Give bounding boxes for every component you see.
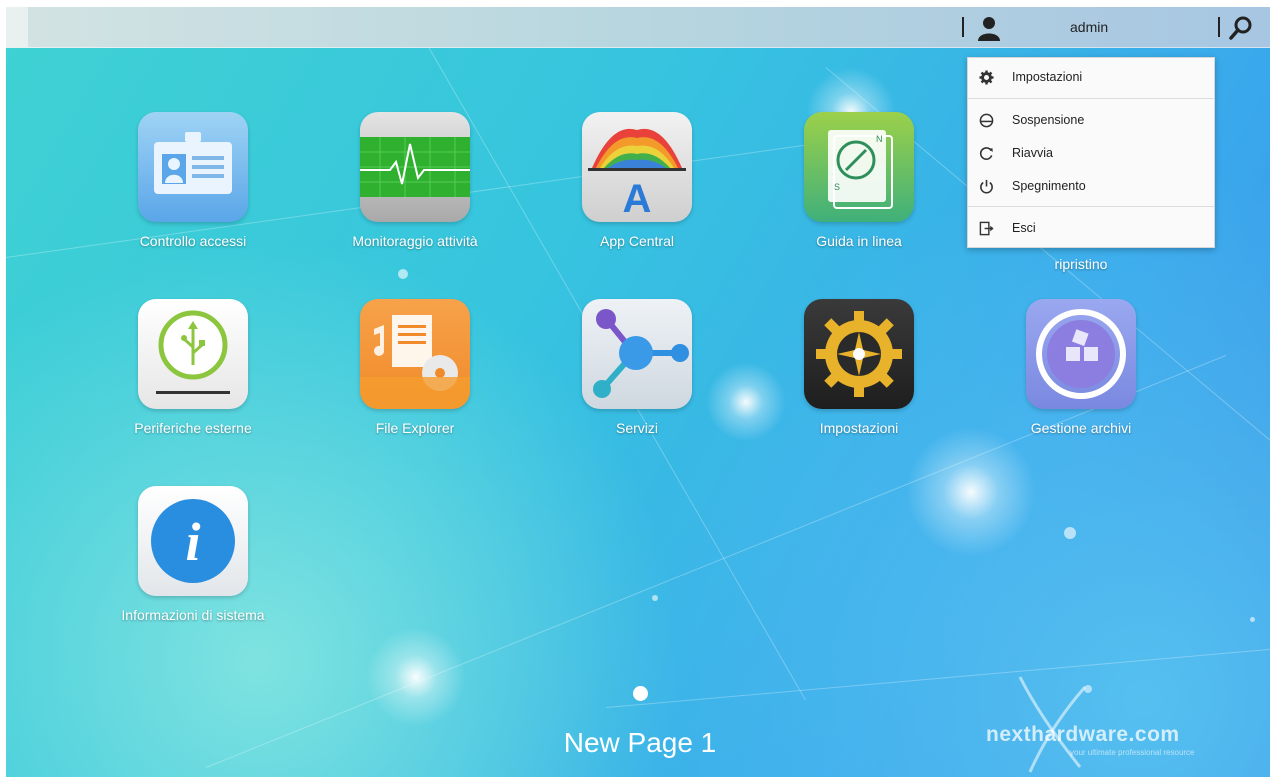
id-card-icon bbox=[138, 112, 248, 222]
svg-text:A: A bbox=[623, 177, 652, 221]
top-bar: admin bbox=[6, 7, 1270, 48]
app-label: Gestione archivi bbox=[1030, 420, 1132, 436]
file-explorer-icon bbox=[360, 299, 470, 409]
top-bar-edge bbox=[6, 7, 28, 47]
menu-item-impostazioni[interactable]: Impostazioni bbox=[968, 62, 1214, 92]
app-central-icon: A bbox=[582, 112, 692, 222]
storage-manager-icon bbox=[1026, 299, 1136, 409]
gear-icon bbox=[978, 69, 994, 85]
logout-icon bbox=[978, 220, 994, 236]
app-label: App Central bbox=[600, 233, 674, 249]
sleep-icon bbox=[978, 112, 994, 128]
watermark: nexthardware.com your ultimate professio… bbox=[970, 667, 1270, 777]
light-dot bbox=[398, 269, 408, 279]
menu-item-label: Esci bbox=[1012, 221, 1036, 235]
app-label: Guida in linea bbox=[816, 233, 902, 249]
menu-item-label: Impostazioni bbox=[1012, 70, 1083, 84]
desktop: admin Impostazioni Sospensione Riavvia S… bbox=[6, 7, 1270, 777]
menu-item-label: Sospensione bbox=[1012, 113, 1085, 127]
svg-text:i: i bbox=[185, 512, 200, 572]
compass-book-icon: N S bbox=[804, 112, 914, 222]
separator bbox=[1218, 17, 1220, 37]
page-indicator-dot[interactable] bbox=[633, 686, 648, 701]
settings-gear-icon bbox=[804, 299, 914, 409]
watermark-tagline: your ultimate professional resource bbox=[1070, 748, 1195, 757]
services-icon bbox=[582, 299, 692, 409]
restart-icon bbox=[978, 145, 994, 161]
app-label: Impostazioni bbox=[819, 420, 899, 436]
info-icon: i bbox=[138, 486, 248, 596]
svg-text:N: N bbox=[876, 134, 883, 144]
watermark-x-logo bbox=[1018, 676, 1092, 773]
light-glow bbox=[366, 627, 466, 727]
svg-text:S: S bbox=[834, 182, 840, 192]
separator bbox=[962, 17, 964, 37]
page-label: New Page 1 bbox=[563, 727, 717, 758]
light-dot bbox=[652, 595, 658, 601]
menu-item-label: Spegnimento bbox=[1012, 179, 1086, 193]
menu-divider bbox=[968, 98, 1214, 99]
username-label[interactable]: admin bbox=[1070, 19, 1108, 35]
activity-monitor-icon bbox=[360, 112, 470, 222]
user-menu: Impostazioni Sospensione Riavvia Spegnim… bbox=[967, 57, 1215, 248]
light-dot bbox=[1064, 527, 1076, 539]
search-icon[interactable] bbox=[1228, 15, 1254, 41]
menu-item-sospensione[interactable]: Sospensione bbox=[968, 105, 1214, 135]
menu-item-riavvia[interactable]: Riavvia bbox=[968, 138, 1214, 168]
app-label: Informazioni di sistema bbox=[121, 607, 265, 623]
light-dot bbox=[1250, 617, 1255, 622]
user-icon[interactable] bbox=[976, 15, 1002, 41]
light-glow bbox=[906, 427, 1036, 557]
app-label: Periferiche esterne bbox=[134, 420, 252, 436]
watermark-text: nexthardware.com bbox=[986, 723, 1180, 746]
menu-divider bbox=[968, 206, 1214, 207]
app-label: File Explorer bbox=[375, 420, 455, 436]
app-label: Monitoraggio attività bbox=[352, 233, 478, 249]
app-label: ripristino bbox=[1054, 256, 1108, 272]
menu-item-esci[interactable]: Esci bbox=[968, 213, 1214, 243]
app-label: Controllo accessi bbox=[139, 233, 247, 249]
app-label: Servizi bbox=[615, 420, 658, 436]
power-icon bbox=[978, 178, 994, 194]
usb-drive-icon bbox=[138, 299, 248, 409]
menu-item-label: Riavvia bbox=[1012, 146, 1053, 160]
menu-item-spegnimento[interactable]: Spegnimento bbox=[968, 171, 1214, 201]
